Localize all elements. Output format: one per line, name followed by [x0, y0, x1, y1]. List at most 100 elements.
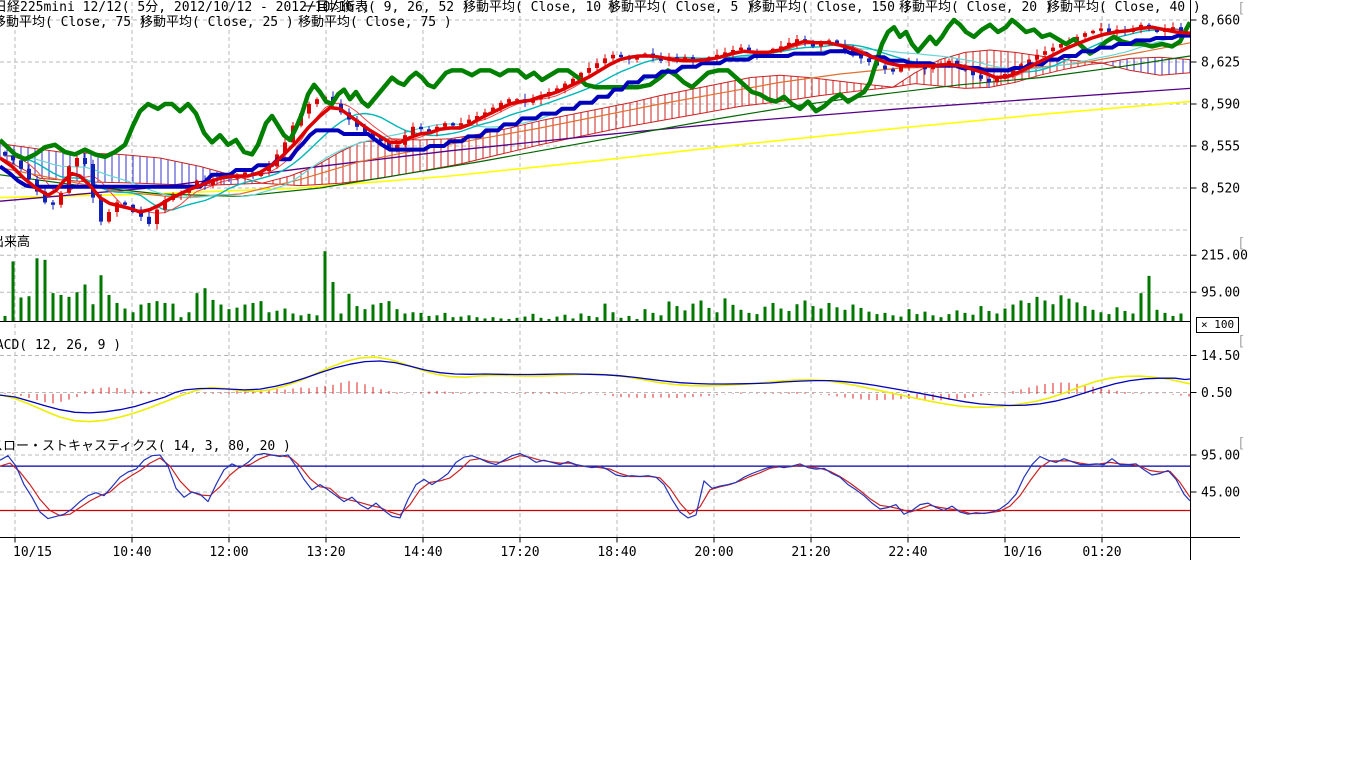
- volume-bar: [884, 313, 887, 322]
- candle-body: [1099, 28, 1103, 30]
- volume-bar: [1108, 314, 1111, 321]
- stoch-panel: [0, 454, 1190, 519]
- volume-bar: [316, 315, 319, 321]
- volume-bar: [764, 307, 767, 322]
- volume-bar: [1156, 310, 1159, 322]
- volume-bar: [460, 317, 463, 322]
- legend-ma10: 移動平均( Close, 10 ): [463, 1, 617, 15]
- volume-bar: [452, 317, 455, 321]
- volume-bar: [1100, 312, 1103, 321]
- volume-bar: [1044, 301, 1047, 322]
- volume-bar: [1140, 293, 1143, 321]
- volume-bar: [540, 318, 543, 322]
- legend-ichimoku: 一目均衡表( 9, 26, 52 ): [303, 1, 470, 15]
- time-axis-label: 21:20: [791, 545, 830, 560]
- volume-bar: [172, 304, 175, 322]
- stoch-panel-bracket-icon: [: [1237, 438, 1245, 450]
- volume-bar: [828, 303, 831, 321]
- stoch-panel-label: スロー・ストキャスティクス( 14, 3, 80, 20 ): [0, 435, 291, 454]
- volume-bar: [1124, 311, 1127, 321]
- volume-bar: [252, 303, 255, 321]
- volume-bar: [132, 312, 135, 321]
- volume-bar: [140, 305, 143, 322]
- volume-bar: [428, 316, 431, 322]
- volume-bar: [700, 301, 703, 322]
- volume-bar: [236, 308, 239, 322]
- volume-bar: [412, 312, 415, 321]
- volume-bar: [356, 306, 359, 321]
- candle-body: [995, 79, 999, 83]
- legend-ma75-b: 移動平均( Close, 75 ): [298, 16, 452, 30]
- time-axis-label: 13:20: [306, 545, 345, 560]
- candle-body: [123, 202, 127, 204]
- volume-bar: [748, 313, 751, 322]
- axis-tick-label: 14.50: [1201, 349, 1240, 364]
- volume-bar: [180, 317, 183, 321]
- volume-bar: [468, 315, 471, 321]
- time-axis-label: 17:20: [500, 545, 539, 560]
- axis-tick-label: 95.00: [1201, 449, 1240, 464]
- candle-body: [891, 69, 895, 71]
- price-panel: [0, 20, 1190, 229]
- chart-application: 8,6608,6258,5908,5558,520215.0095.0014.5…: [0, 0, 1366, 768]
- volume-bar: [116, 303, 119, 321]
- volume-bar: [652, 313, 655, 322]
- legend-ma25: 移動平均( Close, 25 ): [140, 16, 294, 30]
- volume-bar: [924, 312, 927, 322]
- volume-bar: [820, 309, 823, 322]
- candle-body: [75, 158, 79, 166]
- volume-bar: [52, 293, 55, 321]
- volume-bar: [724, 298, 727, 321]
- candle-body: [867, 58, 871, 62]
- volume-bar: [404, 313, 407, 321]
- volume-bar: [1180, 313, 1183, 321]
- volume-bar: [348, 294, 351, 322]
- volume-bar: [860, 308, 863, 322]
- chart-canvas[interactable]: 8,6608,6258,5908,5558,520215.0095.0014.5…: [0, 0, 1366, 768]
- volume-bar: [1132, 313, 1135, 321]
- stoch-d-line: [0, 455, 1190, 516]
- volume-bar: [268, 312, 271, 321]
- volume-bar: [1148, 276, 1151, 322]
- candle-body: [883, 66, 887, 70]
- gridlines: [0, 2, 1190, 537]
- price-panel-bracket-icon: [: [1237, 3, 1245, 15]
- volume-bar: [812, 306, 815, 321]
- volume-bar: [380, 303, 383, 321]
- volume-bar: [60, 295, 63, 322]
- volume-bar: [444, 313, 447, 322]
- candle-body: [107, 212, 111, 222]
- volume-bar: [76, 292, 79, 321]
- volume-bar: [204, 288, 207, 321]
- volume-bar: [36, 258, 39, 321]
- axis-tick-label: 0.50: [1201, 386, 1232, 401]
- candle-body: [1059, 44, 1063, 48]
- volume-bar: [948, 314, 951, 321]
- volume-bar: [4, 316, 7, 322]
- stoch-k-line: [0, 454, 1190, 519]
- macd-panel-bracket-icon: [: [1237, 336, 1245, 348]
- volume-bar: [100, 275, 103, 321]
- legend-ma5: 移動平均( Close, 5 ): [608, 1, 754, 15]
- candle-body: [1091, 31, 1095, 33]
- volume-panel: [0, 251, 1190, 321]
- candle-body: [459, 123, 463, 125]
- volume-bar: [916, 314, 919, 321]
- volume-bar: [996, 313, 999, 321]
- legend-ma150: 移動平均( Close, 150 ): [749, 1, 911, 15]
- volume-bar: [932, 315, 935, 321]
- volume-bar: [692, 304, 695, 322]
- macd-panel-label: MACD( 12, 26, 9 ): [0, 338, 121, 353]
- candle-body: [147, 217, 151, 224]
- axis-tick-label: 95.00: [1201, 286, 1240, 301]
- volume-bar: [716, 312, 719, 321]
- volume-bar: [28, 296, 31, 321]
- candlesticks: [3, 22, 1183, 229]
- axis-tick-label: 45.00: [1201, 486, 1240, 501]
- volume-bar: [1028, 303, 1031, 321]
- volume-bar: [332, 282, 335, 321]
- volume-bar: [292, 313, 295, 321]
- volume-bar: [988, 311, 991, 321]
- volume-bar: [588, 316, 591, 322]
- volume-bar: [12, 261, 15, 321]
